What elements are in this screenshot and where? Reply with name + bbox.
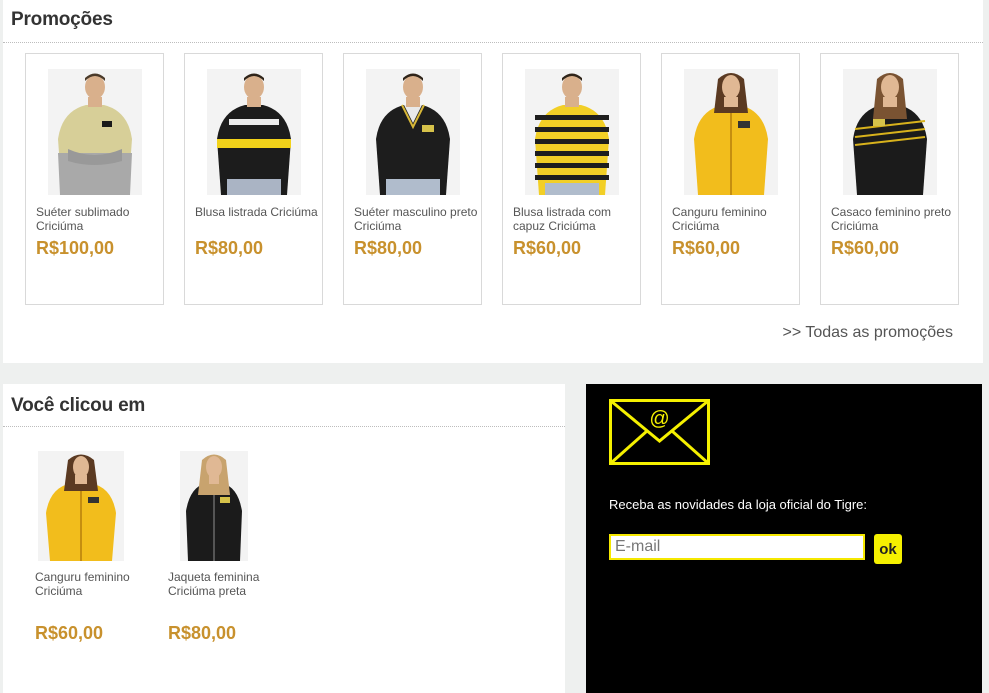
product-card[interactable]: Suéter masculino preto Criciúma R$80,00 bbox=[343, 53, 482, 305]
all-promotions-link[interactable]: >> Todas as promoções bbox=[783, 324, 953, 342]
recently-clicked-title: Você clicou em bbox=[11, 395, 146, 416]
product-photo[interactable] bbox=[525, 69, 619, 195]
email-input[interactable] bbox=[609, 534, 865, 560]
product-price: R$60,00 bbox=[513, 238, 582, 258]
recently-clicked-section: Você clicou em Canguru feminino Criciúma… bbox=[3, 384, 565, 693]
promotions-divider bbox=[3, 42, 983, 43]
product-card[interactable]: Suéter sublimado Criciúma R$100,00 bbox=[25, 53, 164, 305]
clicked-product[interactable]: Canguru feminino Criciúma R$60,00 bbox=[35, 451, 145, 651]
product-name[interactable]: Jaqueta feminina Criciúma preta bbox=[168, 570, 263, 598]
product-name[interactable]: Suéter sublimado Criciúma bbox=[36, 205, 160, 233]
promotions-title: Promoções bbox=[11, 9, 113, 30]
promotions-list: Suéter sublimado Criciúma R$100,00 Blusa… bbox=[25, 53, 975, 305]
product-photo[interactable] bbox=[207, 69, 301, 195]
product-photo[interactable] bbox=[180, 451, 248, 561]
product-name[interactable]: Canguru feminino Criciúma bbox=[35, 570, 130, 598]
product-price: R$80,00 bbox=[168, 623, 237, 643]
product-photo[interactable] bbox=[38, 451, 124, 561]
newsletter-text: Receba as novidades da loja oficial do T… bbox=[609, 497, 867, 512]
product-name[interactable]: Suéter masculino preto Criciúma bbox=[354, 205, 478, 233]
product-price: R$60,00 bbox=[831, 238, 900, 258]
product-photo[interactable] bbox=[366, 69, 460, 195]
product-price: R$80,00 bbox=[195, 238, 264, 258]
product-price: R$80,00 bbox=[354, 238, 423, 258]
newsletter-section: @ Receba as novidades da loja oficial do… bbox=[586, 384, 982, 693]
product-photo[interactable] bbox=[48, 69, 142, 195]
product-card[interactable]: Blusa listrada Criciúma R$80,00 bbox=[184, 53, 323, 305]
product-photo[interactable] bbox=[684, 69, 778, 195]
ok-button[interactable]: ok bbox=[874, 534, 902, 564]
svg-text:@: @ bbox=[649, 408, 669, 430]
clicked-product[interactable]: Jaqueta feminina Criciúma preta R$80,00 bbox=[168, 451, 278, 651]
product-name[interactable]: Blusa listrada com capuz Criciúma bbox=[513, 205, 637, 233]
product-price: R$60,00 bbox=[672, 238, 741, 258]
mail-icon: @ bbox=[609, 399, 710, 465]
recently-clicked-divider bbox=[3, 426, 565, 427]
product-card[interactable]: Canguru feminino Criciúma R$60,00 bbox=[661, 53, 800, 305]
product-name[interactable]: Blusa listrada Criciúma bbox=[195, 205, 319, 219]
product-price: R$60,00 bbox=[35, 623, 104, 643]
product-card[interactable]: Blusa listrada com capuz Criciúma R$60,0… bbox=[502, 53, 641, 305]
promotions-section: Promoções Suéter sublimado Criciúma R$10… bbox=[3, 0, 983, 363]
product-photo[interactable] bbox=[843, 69, 937, 195]
product-price: R$100,00 bbox=[36, 238, 115, 258]
product-name[interactable]: Casaco feminino preto Criciúma bbox=[831, 205, 955, 233]
product-name[interactable]: Canguru feminino Criciúma bbox=[672, 205, 796, 233]
product-card[interactable]: Casaco feminino preto Criciúma R$60,00 bbox=[820, 53, 959, 305]
